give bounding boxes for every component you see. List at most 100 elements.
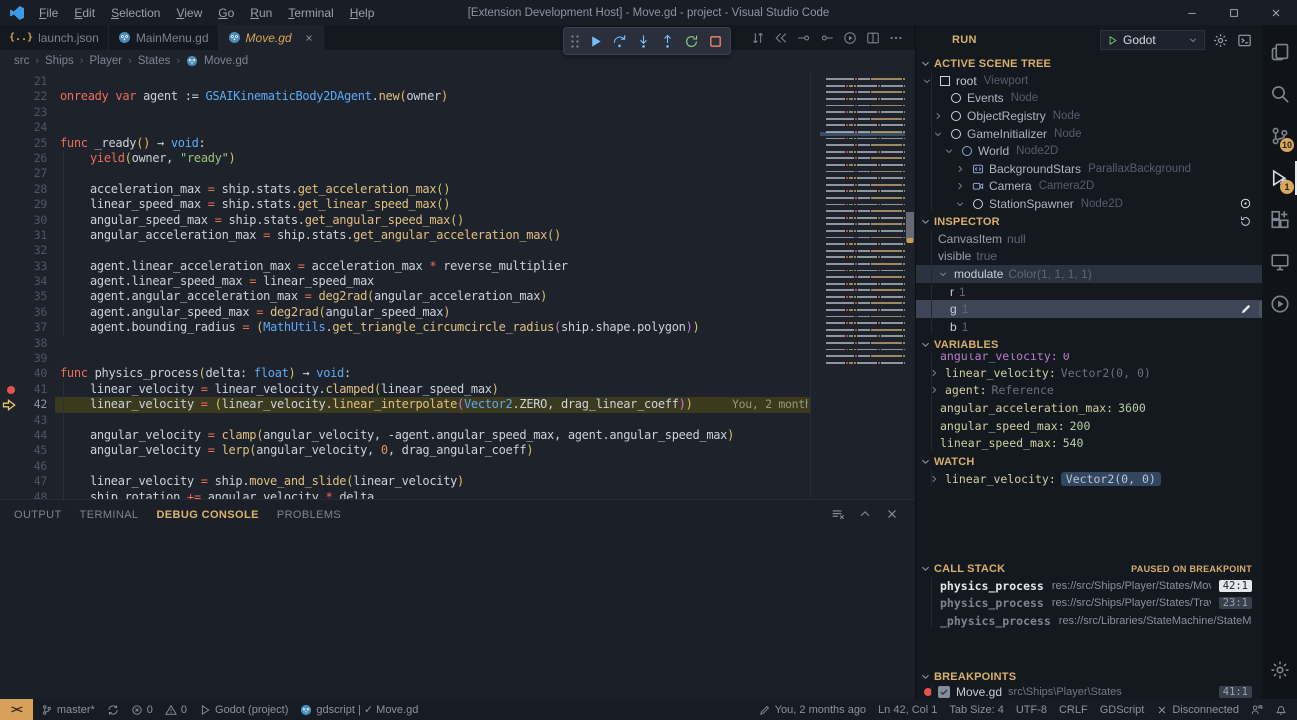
code-line-31[interactable]: 31angular_acceleration_max = ship.stats.… [0,228,820,243]
eye-icon[interactable] [1239,197,1252,210]
gutter[interactable]: 48 [0,490,55,499]
scene-node-ObjectRegistry[interactable]: ObjectRegistryNode [916,107,1262,125]
code-line-30[interactable]: 30angular_speed_max = ship.stats.get_ang… [0,213,820,228]
maximize-panel-icon[interactable] [858,507,872,521]
gutter[interactable]: 41 [0,382,55,397]
inspector-row-r[interactable]: r1 [916,283,1262,301]
status-godot-project[interactable]: Godot (project) [193,699,294,720]
start-debug-icon[interactable] [1107,35,1118,46]
debug-settings-icon[interactable] [1213,33,1228,48]
inspector-row-b[interactable]: b1 [916,318,1262,336]
code-line-24[interactable]: 24 [0,120,820,135]
status-ln-42-col-1[interactable]: Ln 42, Col 1 [872,699,943,720]
gutter[interactable]: 28 [0,182,55,197]
chevron-down-icon[interactable] [933,129,944,139]
toolbar-gripper[interactable] [570,34,580,48]
gutter[interactable]: 44 [0,428,55,443]
code-line-35[interactable]: 35agent.angular_acceleration_max = deg2r… [0,289,820,304]
code-line-34[interactable]: 34agent.linear_speed_max = linear_speed_… [0,274,820,289]
gutter[interactable]: 24 [0,120,55,135]
stack-frame-physics_process[interactable]: physics_processres://src/Ships/Player/St… [916,577,1262,595]
status-tab-size-4[interactable]: Tab Size: 4 [943,699,1009,720]
scene-node-Camera[interactable]: CameraCamera2D [916,178,1262,196]
gutter[interactable]: 31 [0,228,55,243]
scene-node-root[interactable]: rootViewport [916,72,1262,90]
menu-selection[interactable]: Selection [103,4,168,22]
variable-linear_velocity[interactable]: linear_velocity:Vector2(0, 0) [916,364,1262,382]
panel-tab-output[interactable]: OUTPUT [14,509,62,521]
code-line-29[interactable]: 29linear_speed_max = ship.stats.get_line… [0,197,820,212]
close-panel-icon[interactable] [885,507,899,521]
gutter[interactable]: 34 [0,274,55,289]
section-watch-header[interactable]: WATCH [916,453,1262,470]
activity-search[interactable] [1262,73,1297,115]
code-line-28[interactable]: 28acceleration_max = ship.stats.get_acce… [0,182,820,197]
step-into-button[interactable] [631,30,655,52]
scene-node-Events[interactable]: EventsNode [916,90,1262,108]
activity-godot-tools[interactable] [1262,283,1297,325]
scene-node-BackgroundStars[interactable]: BackgroundStarsParallaxBackground [916,160,1262,178]
breadcrumb-item[interactable]: src [14,55,29,67]
code-line-48[interactable]: 48ship.rotation += angular_velocity * de… [0,490,820,499]
split-editor-icon[interactable] [866,31,880,45]
watch-linear_velocity[interactable]: linear_velocity:Vector2(0, 0) [916,470,1262,488]
gutter[interactable]: 43 [0,413,55,428]
restart-button[interactable] [679,30,703,52]
code-line-43[interactable]: 43 [0,413,820,428]
editor-scrollbar[interactable] [905,72,915,499]
chevron-down-icon[interactable] [938,269,949,279]
gutter[interactable]: 38 [0,336,55,351]
close-tab-icon[interactable] [304,33,314,43]
inspector-row-CanvasItem[interactable]: CanvasItemnull [916,230,1262,248]
activity-remote-explorer[interactable] [1262,241,1297,283]
code-line-27[interactable]: 27 [0,166,820,181]
status-0[interactable]: 0 [125,699,159,720]
step-over-button[interactable] [607,30,631,52]
code-line-45[interactable]: 45angular_velocity = lerp(angular_veloci… [0,443,820,458]
menu-file[interactable]: File [31,4,66,22]
breakpoint-checkbox[interactable] [938,686,950,698]
status-remote-indicator[interactable]: >< [0,699,33,720]
chevron-right-icon[interactable] [955,164,966,174]
status-0[interactable]: 0 [159,699,193,720]
code-line-33[interactable]: 33agent.linear_acceleration_max = accele… [0,259,820,274]
code-editor[interactable]: 2122onready var agent := GSAIKinematicBo… [0,72,915,499]
code-line-46[interactable]: 46 [0,459,820,474]
status-gdscript[interactable]: GDScript [1094,699,1151,720]
section-breakpoints-header[interactable]: BREAKPOINTS [916,668,1262,685]
scene-node-World[interactable]: WorldNode2D [916,142,1262,160]
gutter[interactable]: 39 [0,351,55,366]
edit-value-icon[interactable] [1240,303,1252,315]
tab-Move.gd[interactable]: Move.gd [219,25,324,50]
gutter[interactable]: 40 [0,366,55,381]
code-line-32[interactable]: 32 [0,243,820,258]
gutter[interactable]: 32 [0,243,55,258]
activity-extensions[interactable] [1262,199,1297,241]
gutter[interactable]: 33 [0,259,55,274]
minimize-button[interactable] [1171,0,1213,25]
gutter[interactable]: 26 [0,151,55,166]
navigate-back-icon[interactable] [774,31,788,45]
variable-angular_velocity[interactable]: angular_velocity:0 [916,353,1262,364]
step-back-icon[interactable] [797,31,811,45]
stop-button[interactable] [703,30,727,52]
code-area[interactable]: 2122onready var agent := GSAIKinematicBo… [0,74,820,499]
code-line-22[interactable]: 22onready var agent := GSAIKinematicBody… [0,89,820,104]
more-actions-icon[interactable] [889,31,903,45]
swap-icon[interactable] [751,31,765,45]
chevron-right-icon[interactable] [929,368,940,378]
breadcrumb-item[interactable]: Ships [45,55,74,67]
gutter[interactable]: 22 [0,89,55,104]
chevron-down-icon[interactable] [922,76,933,86]
menu-run[interactable]: Run [242,4,280,22]
inspector-row-modulate[interactable]: modulateColor(1, 1, 1, 1) [916,265,1262,283]
menu-edit[interactable]: Edit [66,4,103,22]
code-line-37[interactable]: 37agent.bounding_radius = (MathUtils.get… [0,320,820,335]
variable-agent[interactable]: agent:Reference [916,382,1262,400]
variable-angular_speed_max[interactable]: angular_speed_max:200 [916,417,1262,435]
section-variables-header[interactable]: VARIABLES [916,336,1262,353]
gutter[interactable]: 42 [0,397,55,412]
stack-frame-_physics_process[interactable]: _physics_processres://src/Libraries/Stat… [916,612,1262,630]
menu-view[interactable]: View [168,4,210,22]
run-timer-icon[interactable] [843,31,857,45]
